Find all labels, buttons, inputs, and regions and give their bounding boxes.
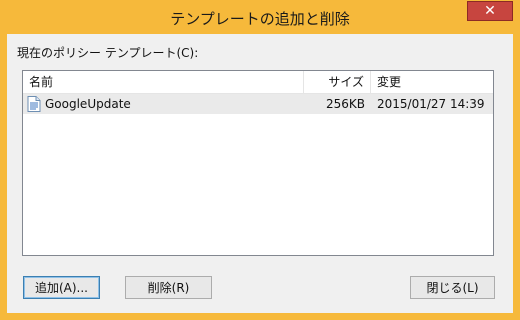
column-header-modified[interactable]: 変更	[371, 71, 493, 93]
row-modified: 2015/01/27 14:39	[377, 97, 485, 111]
current-templates-label: 現在のポリシー テンプレート(C):	[17, 46, 199, 60]
list-header: 名前 サイズ 変更	[23, 71, 493, 94]
dialog-window: テンプレートの追加と削除 ✕ 現在のポリシー テンプレート(C): 名前 サイズ…	[0, 0, 520, 320]
column-header-name[interactable]: 名前	[23, 71, 304, 93]
remove-button[interactable]: 削除(R)	[125, 276, 212, 299]
templates-list[interactable]: 名前 サイズ 変更 GoogleUpdate 256KB 2015/01/27 …	[22, 70, 494, 256]
add-button[interactable]: 追加(A)...	[23, 276, 100, 299]
dialog-body: 現在のポリシー テンプレート(C): 名前 サイズ 変更 GoogleUpdat…	[7, 34, 513, 313]
row-name: GoogleUpdate	[45, 97, 131, 111]
close-window-button[interactable]: ✕	[467, 1, 513, 21]
window-title: テンプレートの追加と削除	[170, 10, 350, 28]
close-button[interactable]: 閉じる(L)	[410, 276, 495, 299]
column-header-size[interactable]: サイズ	[304, 71, 371, 93]
document-icon	[27, 96, 41, 112]
table-row[interactable]: GoogleUpdate 256KB 2015/01/27 14:39	[23, 94, 493, 114]
title-bar[interactable]: テンプレートの追加と削除 ✕	[0, 0, 520, 34]
close-icon: ✕	[484, 3, 496, 19]
row-size: 256KB	[325, 97, 365, 111]
